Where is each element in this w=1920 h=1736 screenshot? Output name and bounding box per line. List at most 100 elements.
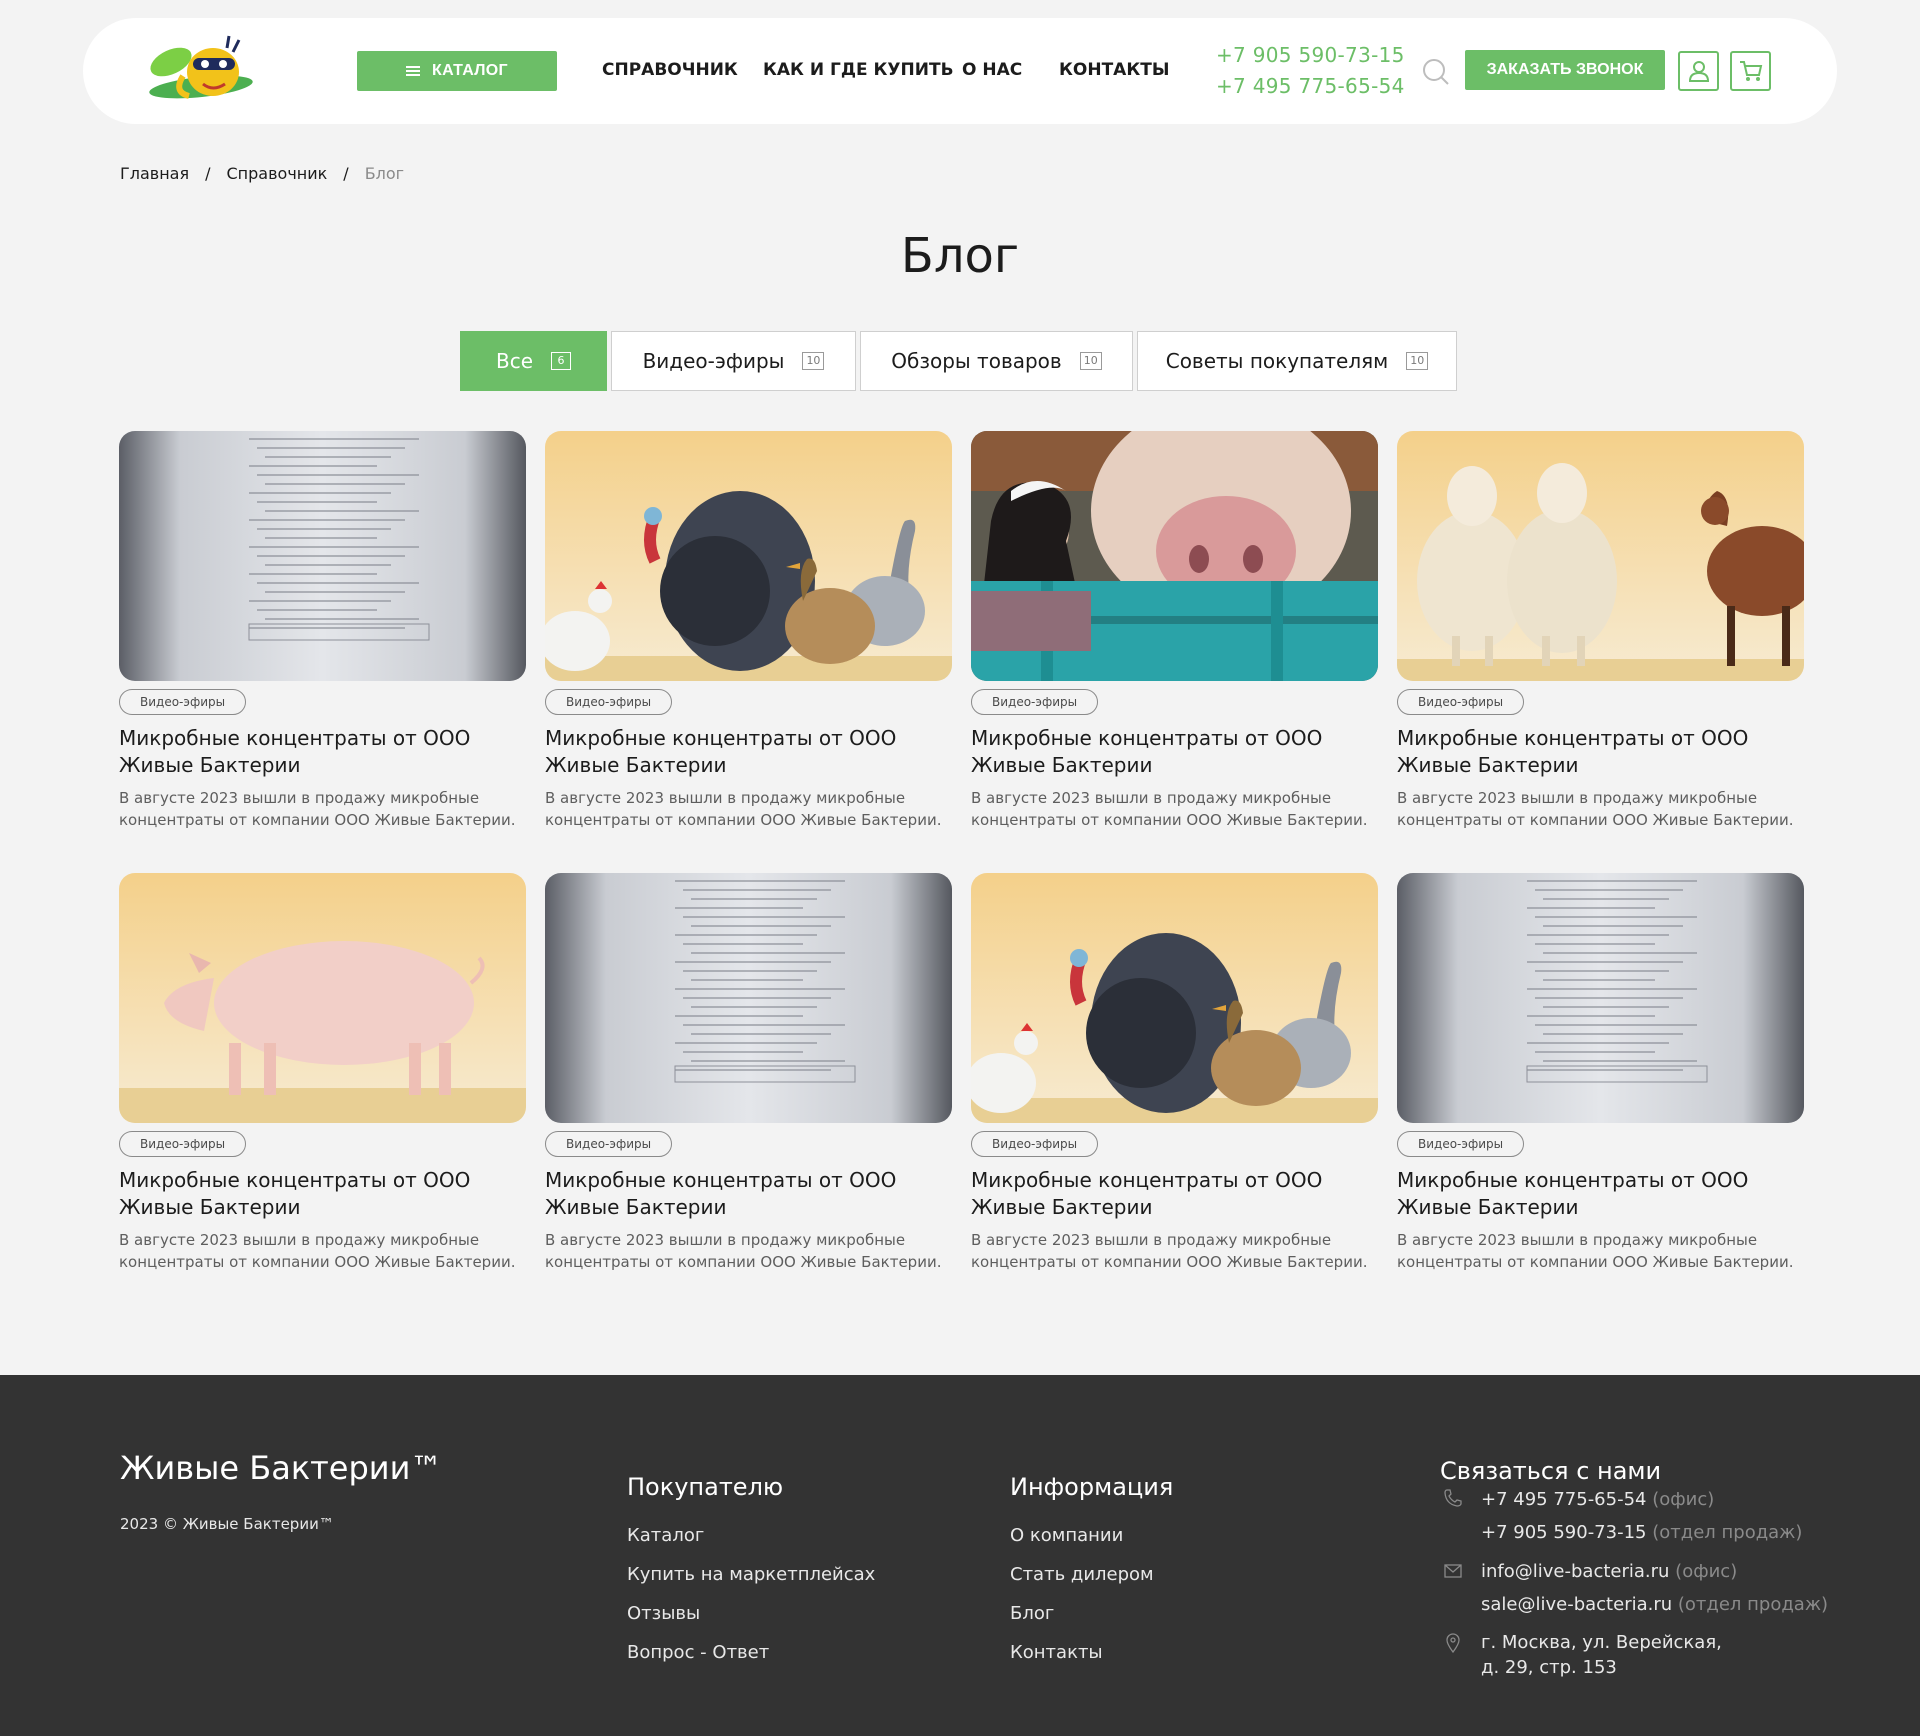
footer-link-reviews[interactable]: Отзывы bbox=[627, 1603, 700, 1624]
blog-card-title[interactable]: Микробные концентраты от ООО Живые Бакте… bbox=[971, 1167, 1378, 1221]
footer-email-1-address: info@live-bacteria.ru bbox=[1481, 1561, 1670, 1582]
footer-contact-title: Связаться с нами bbox=[1440, 1457, 1662, 1485]
blog-card-image[interactable] bbox=[971, 873, 1378, 1123]
footer-address-line-2: д. 29, стр. 153 bbox=[1481, 1657, 1617, 1678]
blog-card-title[interactable]: Микробные концентраты от ООО Живые Бакте… bbox=[1397, 1167, 1804, 1221]
order-call-button[interactable]: ЗАКАЗАТЬ ЗВОНОК bbox=[1465, 50, 1665, 90]
phone-icon bbox=[1444, 1489, 1462, 1507]
blog-card-tag[interactable]: Видео-эфиры bbox=[1397, 689, 1525, 715]
footer-link-catalog[interactable]: Каталог bbox=[627, 1525, 704, 1546]
nav-reference[interactable]: СПРАВОЧНИК bbox=[602, 60, 738, 80]
blog-card-image[interactable] bbox=[119, 431, 526, 681]
mail-icon bbox=[1444, 1564, 1462, 1578]
blog-card[interactable]: Видео-эфиры Микробные концентраты от ООО… bbox=[545, 873, 952, 1273]
account-button[interactable] bbox=[1678, 51, 1719, 91]
footer-email-2[interactable]: sale@live-bacteria.ru (отдел продаж) bbox=[1481, 1594, 1828, 1615]
blog-card-title[interactable]: Микробные концентраты от ООО Живые Бакте… bbox=[119, 1167, 526, 1221]
footer-link-blog[interactable]: Блог bbox=[1010, 1603, 1054, 1624]
tab-label: Все bbox=[495, 349, 534, 373]
tab-label: Видео-эфиры bbox=[642, 349, 785, 373]
footer-link-faq[interactable]: Вопрос - Ответ bbox=[627, 1642, 769, 1663]
tab-video[interactable]: Видео-эфиры 10 bbox=[611, 331, 856, 391]
nav-contacts[interactable]: КОНТАКТЫ bbox=[1059, 60, 1169, 80]
menu-icon bbox=[406, 66, 421, 76]
tab-all[interactable]: Все 6 bbox=[460, 331, 607, 391]
blog-card-tag[interactable]: Видео-эфиры bbox=[971, 689, 1099, 715]
blog-card[interactable]: Видео-эфиры Микробные концентраты от ООО… bbox=[971, 873, 1378, 1273]
blog-card[interactable]: Видео-эфиры Микробные концентраты от ООО… bbox=[971, 431, 1378, 831]
blog-card-title[interactable]: Микробные концентраты от ООО Живые Бакте… bbox=[119, 725, 526, 779]
blog-card[interactable]: Видео-эфиры Микробные концентраты от ООО… bbox=[119, 873, 526, 1273]
blog-card-description: В августе 2023 вышли в продажу микробные… bbox=[545, 789, 942, 829]
blog-card[interactable]: Видео-эфиры Микробные концентраты от ООО… bbox=[1397, 431, 1804, 831]
tab-reviews[interactable]: Обзоры товаров 10 bbox=[860, 331, 1133, 391]
footer-link-dealer[interactable]: Стать дилером bbox=[1010, 1564, 1154, 1585]
blog-card-tag[interactable]: Видео-эфиры bbox=[1397, 1131, 1525, 1157]
catalog-button[interactable]: КАТАЛОГ bbox=[357, 51, 557, 91]
blog-card-title[interactable]: Микробные концентраты от ООО Живые Бакте… bbox=[1397, 725, 1804, 779]
breadcrumb-section[interactable]: Справочник bbox=[227, 164, 328, 183]
tab-label: Советы покупателям bbox=[1165, 349, 1389, 373]
blog-card-tag[interactable]: Видео-эфиры bbox=[119, 1131, 247, 1157]
blog-card-title[interactable]: Микробные концентраты от ООО Живые Бакте… bbox=[971, 725, 1378, 779]
location-pin-icon bbox=[1446, 1633, 1460, 1653]
footer-email-2-note: (отдел продаж) bbox=[1677, 1594, 1829, 1615]
footer-phone-1[interactable]: +7 495 775-65-54 (офис) bbox=[1481, 1489, 1714, 1510]
blog-card-image[interactable] bbox=[545, 431, 952, 681]
blog-card-description: В августе 2023 вышли в продажу микробные… bbox=[119, 789, 516, 829]
footer-phone-2[interactable]: +7 905 590-73-15 (отдел продаж) bbox=[1481, 1522, 1802, 1543]
footer-link-marketplaces[interactable]: Купить на маркетплейсах bbox=[627, 1564, 875, 1585]
site-footer: Живые Бактерии™ 2023 © Живые Бактерии™ П… bbox=[0, 1375, 1920, 1736]
header-phone-2[interactable]: +7 495 775-65-54 bbox=[1216, 74, 1405, 98]
blog-card-title[interactable]: Микробные концентраты от ООО Живые Бакте… bbox=[545, 725, 952, 779]
nav-how-to-buy[interactable]: КАК И ГДЕ КУПИТЬ bbox=[763, 60, 954, 80]
nav-about[interactable]: О НАС bbox=[962, 60, 1022, 80]
logo[interactable] bbox=[143, 32, 259, 108]
tab-count: 10 bbox=[1079, 352, 1102, 370]
blog-card-title[interactable]: Микробные концентраты от ООО Живые Бакте… bbox=[545, 1167, 952, 1221]
blog-card-description: В августе 2023 вышли в продажу микробные… bbox=[119, 1231, 516, 1271]
tab-count: 10 bbox=[1406, 352, 1429, 370]
tab-tips[interactable]: Советы покупателям 10 bbox=[1137, 331, 1457, 391]
tab-label: Обзоры товаров bbox=[891, 349, 1062, 373]
breadcrumb: Главная / Справочник / Блог bbox=[120, 164, 404, 183]
cart-icon bbox=[1739, 61, 1762, 81]
footer-buyer-title: Покупателю bbox=[627, 1473, 784, 1501]
footer-link-contacts[interactable]: Контакты bbox=[1010, 1642, 1103, 1663]
breadcrumb-current: Блог bbox=[364, 164, 405, 183]
blog-card-image[interactable] bbox=[1397, 431, 1804, 681]
blog-card-image[interactable] bbox=[545, 873, 952, 1123]
blog-card-image[interactable] bbox=[971, 431, 1378, 681]
footer-brand: Живые Бактерии™ bbox=[120, 1449, 443, 1487]
footer-phone-1-note: (офис) bbox=[1652, 1489, 1715, 1510]
catalog-button-label: КАТАЛОГ bbox=[432, 62, 508, 79]
user-icon bbox=[1688, 61, 1709, 82]
breadcrumb-home[interactable]: Главная bbox=[120, 164, 189, 183]
blog-card-image[interactable] bbox=[119, 873, 526, 1123]
blog-card-description: В августе 2023 вышли в продажу микробные… bbox=[971, 1231, 1368, 1271]
blog-card-tag[interactable]: Видео-эфиры bbox=[545, 689, 673, 715]
cart-button[interactable] bbox=[1730, 51, 1771, 91]
footer-copyright: 2023 © Живые Бактерии™ bbox=[120, 1515, 334, 1533]
blog-card[interactable]: Видео-эфиры Микробные концентраты от ООО… bbox=[1397, 873, 1804, 1273]
search-icon[interactable] bbox=[1420, 56, 1452, 88]
footer-link-about[interactable]: О компании bbox=[1010, 1525, 1123, 1546]
tab-count: 6 bbox=[551, 352, 572, 370]
footer-phone-2-note: (отдел продаж) bbox=[1652, 1522, 1803, 1543]
blog-card-tag[interactable]: Видео-эфиры bbox=[545, 1131, 673, 1157]
blog-card-description: В августе 2023 вышли в продажу микробные… bbox=[1397, 1231, 1794, 1271]
blog-card-tag[interactable]: Видео-эфиры bbox=[119, 689, 247, 715]
blog-card-description: В августе 2023 вышли в продажу микробные… bbox=[971, 789, 1368, 829]
page-title: Блог bbox=[900, 228, 1020, 284]
blog-card[interactable]: Видео-эфиры Микробные концентраты от ООО… bbox=[119, 431, 526, 831]
footer-email-1[interactable]: info@live-bacteria.ru (офис) bbox=[1481, 1561, 1737, 1582]
breadcrumb-separator: / bbox=[343, 164, 349, 183]
blog-card-tag[interactable]: Видео-эфиры bbox=[971, 1131, 1099, 1157]
header-phone-1[interactable]: +7 905 590-73-15 bbox=[1216, 43, 1405, 67]
blog-card-description: В августе 2023 вышли в продажу микробные… bbox=[545, 1231, 942, 1271]
blog-card[interactable]: Видео-эфиры Микробные концентраты от ООО… bbox=[545, 431, 952, 831]
footer-email-1-note: (офис) bbox=[1675, 1561, 1738, 1582]
breadcrumb-separator: / bbox=[205, 164, 211, 183]
blog-card-image[interactable] bbox=[1397, 873, 1804, 1123]
footer-email-2-address: sale@live-bacteria.ru bbox=[1481, 1594, 1673, 1615]
